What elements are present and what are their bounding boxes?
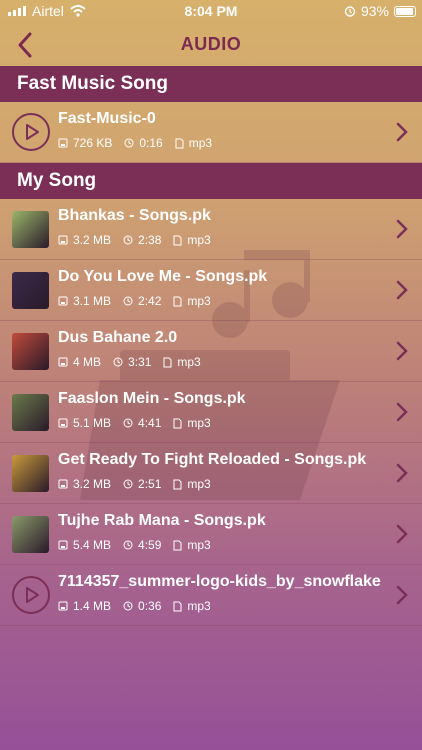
song-format: mp3 <box>187 233 211 247</box>
file-icon <box>175 138 184 148</box>
song-title: Faaslon Mein - Songs.pk <box>58 390 246 407</box>
list-item[interactable]: Tujhe Rab Mana - Songs.pk 5.4 MB 4:59 mp… <box>0 504 422 565</box>
navigation-bar: AUDIO <box>0 24 422 66</box>
song-size: 3.2 MB <box>73 233 112 247</box>
list-item[interactable]: Bhankas - Songs.pk 3.2 MB 2:38 mp3 <box>0 199 422 260</box>
clock-icon <box>123 540 133 550</box>
clock-icon <box>123 601 133 611</box>
chevron-right-icon <box>396 219 408 239</box>
song-meta: 4 MB 3:31 mp3 <box>58 355 201 369</box>
file-icon <box>163 357 172 367</box>
file-icon <box>173 296 182 306</box>
battery-icon <box>394 5 416 17</box>
storage-icon <box>58 235 68 245</box>
song-meta: 3.2 MB 2:38 mp3 <box>58 233 211 247</box>
song-size: 5.1 MB <box>73 416 112 430</box>
song-duration: 2:42 <box>138 294 162 308</box>
song-size: 3.1 MB <box>73 294 112 308</box>
song-meta: 3.2 MB 2:51 mp3 <box>58 477 211 491</box>
file-icon <box>173 479 182 489</box>
storage-icon <box>58 601 68 611</box>
song-title: Fast-Music-0 <box>58 110 156 127</box>
song-meta: 3.1 MB 2:42 mp3 <box>58 294 211 308</box>
album-art <box>12 516 49 553</box>
list-item[interactable]: 7114357_summer-logo-kids_by_snowflake 1.… <box>0 565 422 626</box>
list-item[interactable]: Get Ready To Fight Reloaded - Songs.pk 3… <box>0 443 422 504</box>
battery-percent: 93% <box>360 3 389 19</box>
song-meta: 726 KB 0:16 mp3 <box>58 136 212 150</box>
chevron-right-icon <box>396 524 408 544</box>
song-duration: 2:51 <box>138 477 162 491</box>
play-icon <box>12 113 50 151</box>
clock-icon <box>113 357 123 367</box>
clock-icon <box>123 479 133 489</box>
song-size: 5.4 MB <box>73 538 112 552</box>
list-item[interactable]: Dus Bahane 2.0 4 MB 3:31 mp3 <box>0 321 422 382</box>
song-title: Dus Bahane 2.0 <box>58 329 178 346</box>
song-duration: 0:16 <box>139 136 163 150</box>
song-size: 4 MB <box>73 355 102 369</box>
chevron-right-icon <box>396 402 408 422</box>
storage-icon <box>58 418 68 428</box>
song-size: 1.4 MB <box>73 599 112 613</box>
clock-icon <box>123 418 133 428</box>
song-title: Tujhe Rab Mana - Songs.pk <box>58 512 266 529</box>
clock-icon <box>123 235 133 245</box>
song-format: mp3 <box>188 136 213 150</box>
song-meta: 1.4 MB 0:36 mp3 <box>58 599 211 613</box>
section-header-my-song: My Song <box>0 163 422 199</box>
song-duration: 3:31 <box>128 355 152 369</box>
clock-icon <box>123 296 133 306</box>
status-bar: Airtel 8:04 PM 93% <box>0 0 422 24</box>
song-duration: 4:41 <box>138 416 162 430</box>
list-item[interactable]: Fast-Music-0 726 KB 0:16 mp3 <box>0 102 422 163</box>
song-title: 7114357_summer-logo-kids_by_snowflake <box>58 573 381 590</box>
file-icon <box>173 235 182 245</box>
song-size: 3.2 MB <box>73 477 112 491</box>
section-header-fast-music: Fast Music Song <box>0 66 422 102</box>
storage-icon <box>58 296 68 306</box>
song-duration: 2:38 <box>138 233 162 247</box>
file-icon <box>173 418 182 428</box>
chevron-right-icon <box>396 280 408 300</box>
song-title: Bhankas - Songs.pk <box>58 207 211 224</box>
chevron-right-icon <box>396 122 408 142</box>
storage-icon <box>58 357 68 367</box>
list-item[interactable]: Do You Love Me - Songs.pk 3.1 MB 2:42 mp… <box>0 260 422 321</box>
storage-icon <box>58 540 68 550</box>
song-duration: 0:36 <box>138 599 162 613</box>
album-art <box>12 272 49 309</box>
song-format: mp3 <box>187 294 211 308</box>
play-icon <box>12 576 50 614</box>
chevron-right-icon <box>396 585 408 605</box>
album-art <box>12 394 49 431</box>
list-item[interactable]: Faaslon Mein - Songs.pk 5.1 MB 4:41 mp3 <box>0 382 422 443</box>
page-title: AUDIO <box>180 34 242 54</box>
song-meta: 5.4 MB 4:59 mp3 <box>58 538 211 552</box>
album-art <box>12 455 49 492</box>
clock-icon <box>124 138 134 148</box>
storage-icon <box>58 138 68 148</box>
chevron-right-icon <box>396 463 408 483</box>
song-format: mp3 <box>187 538 211 552</box>
song-size: 726 KB <box>73 136 113 150</box>
alarm-icon <box>344 6 356 17</box>
album-art <box>12 333 49 370</box>
song-format: mp3 <box>187 416 211 430</box>
song-duration: 4:59 <box>138 538 162 552</box>
chevron-right-icon <box>396 341 408 361</box>
album-art <box>12 211 49 248</box>
song-format: mp3 <box>187 599 211 613</box>
file-icon <box>173 540 182 550</box>
file-icon <box>173 601 182 611</box>
song-title: Get Ready To Fight Reloaded - Songs.pk <box>58 451 367 468</box>
storage-icon <box>58 479 68 489</box>
song-meta: 5.1 MB 4:41 mp3 <box>58 416 211 430</box>
song-format: mp3 <box>187 477 211 491</box>
song-title: Do You Love Me - Songs.pk <box>58 268 268 285</box>
song-format: mp3 <box>177 355 201 369</box>
